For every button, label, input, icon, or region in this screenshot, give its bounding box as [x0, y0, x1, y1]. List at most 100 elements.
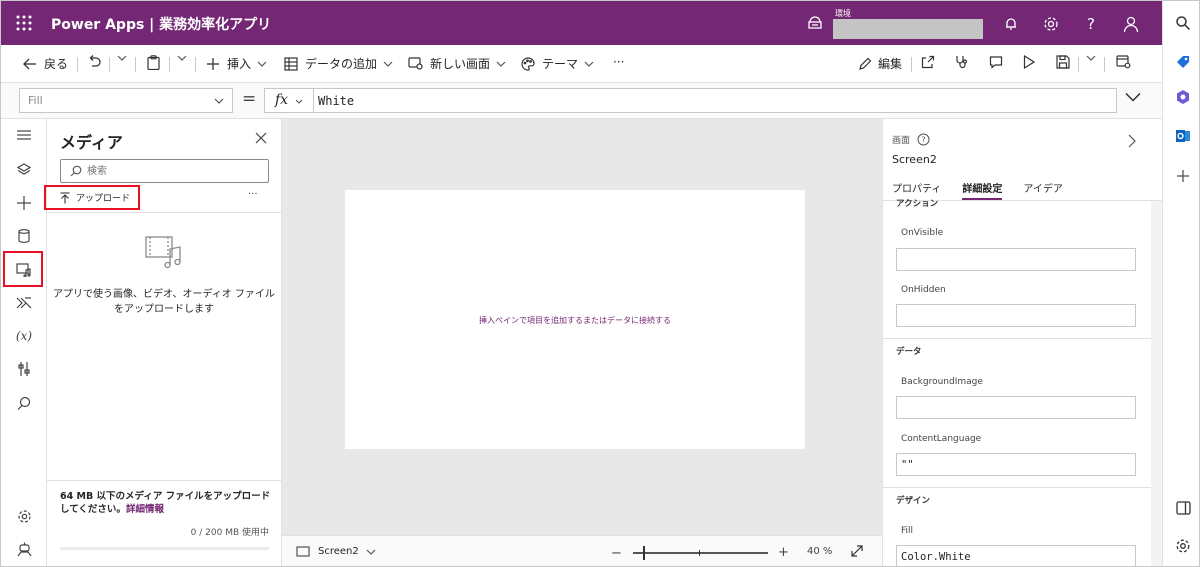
- undo-button[interactable]: [87, 55, 101, 69]
- publish-button[interactable]: [1116, 55, 1131, 69]
- rail-panel-toggle[interactable]: [1173, 498, 1193, 518]
- account-icon[interactable]: [1122, 15, 1140, 33]
- app-checker-button[interactable]: [955, 55, 969, 69]
- nav-variables[interactable]: (𝑥): [13, 325, 35, 347]
- control-name: Screen2: [892, 153, 937, 166]
- app-screen[interactable]: 挿入ペインで項目を追加するまたはデータに接続する: [345, 190, 805, 449]
- media-more-button[interactable]: ···: [248, 189, 258, 200]
- save-dropdown[interactable]: [1086, 55, 1096, 61]
- tab-advanced[interactable]: 詳細設定: [962, 180, 1003, 200]
- toolbar-separator: [109, 57, 110, 72]
- rail-outlook[interactable]: [1173, 126, 1193, 146]
- nav-data[interactable]: [13, 225, 35, 247]
- nav-settings[interactable]: [13, 505, 35, 527]
- chevron-down-icon: [496, 61, 506, 67]
- nav-advanced-tools[interactable]: [13, 358, 35, 380]
- rail-copilot[interactable]: [1173, 87, 1193, 107]
- add-data-button[interactable]: データの追加: [284, 55, 393, 72]
- fit-to-window-icon[interactable]: [850, 544, 864, 558]
- right-rail: [1162, 1, 1199, 566]
- back-button[interactable]: 戻る: [23, 55, 68, 72]
- media-search-input[interactable]: [87, 163, 257, 179]
- nav-menu[interactable]: [13, 124, 35, 146]
- rail-settings[interactable]: [1173, 536, 1193, 556]
- chevron-down-icon: [117, 55, 127, 61]
- fx-icon[interactable]: fx: [275, 92, 288, 108]
- agent-icon: [17, 542, 31, 556]
- share-button[interactable]: [921, 55, 935, 69]
- divider: [47, 212, 281, 213]
- palette-icon: [521, 56, 535, 71]
- environment-icon: [808, 16, 822, 29]
- environment-label: 環境: [835, 9, 851, 18]
- properties-scrollbar[interactable]: [1151, 201, 1162, 566]
- new-screen-button[interactable]: 新しい画面: [408, 55, 506, 72]
- paste-button[interactable]: [147, 55, 160, 70]
- rail-search[interactable]: [1173, 13, 1193, 33]
- canvas-hint[interactable]: 挿入ペインで項目を追加するまたはデータに接続する: [345, 315, 805, 326]
- toolbar-separator: [1104, 57, 1105, 72]
- media-footer-text: 64 MB 以下のメディア ファイルをアップロードしてください。詳細情報: [60, 491, 271, 515]
- undo-dropdown[interactable]: [117, 55, 127, 61]
- zoom-in-button[interactable]: +: [778, 545, 789, 560]
- background-image-input[interactable]: [896, 396, 1136, 419]
- environment-name-box[interactable]: [833, 19, 983, 39]
- formula-input[interactable]: fx White: [264, 88, 1117, 113]
- edit-button[interactable]: 編集: [859, 55, 902, 72]
- chevron-right-icon[interactable]: [1128, 134, 1136, 148]
- nav-search[interactable]: [13, 392, 35, 414]
- chevron-down-icon[interactable]: [295, 99, 303, 104]
- background-image-label: BackgroundImage: [901, 377, 983, 387]
- theme-button[interactable]: テーマ: [521, 55, 594, 72]
- media-pane: メディア アップロード ··· アプリで使う画像、ビデオ、オーディオ ファイル …: [44, 119, 282, 566]
- toolbar-separator: [169, 57, 170, 72]
- nav-virtual-agent[interactable]: [13, 538, 35, 560]
- nav-power-automate[interactable]: [13, 292, 35, 314]
- help-icon[interactable]: ?: [1082, 15, 1100, 33]
- gear-icon[interactable]: [1042, 15, 1060, 33]
- help-circle-icon[interactable]: ?: [917, 133, 930, 146]
- section-divider: [883, 487, 1151, 488]
- screen-icon: [296, 546, 310, 557]
- zoom-percent[interactable]: 40 %: [807, 546, 832, 557]
- more-commands-button[interactable]: ···: [613, 55, 624, 69]
- content-language-label: ContentLanguage: [901, 434, 982, 444]
- nav-insert[interactable]: [13, 192, 35, 214]
- onhidden-input[interactable]: [896, 304, 1136, 327]
- onvisible-input[interactable]: [896, 248, 1136, 271]
- nav-tree-view[interactable]: [13, 159, 35, 181]
- preview-button[interactable]: [1023, 55, 1035, 69]
- formula-value[interactable]: White: [318, 94, 354, 108]
- save-icon: [1056, 55, 1070, 69]
- design-canvas[interactable]: 挿入ペインで項目を追加するまたはデータに接続する: [282, 119, 882, 535]
- content-language-input[interactable]: "": [896, 453, 1136, 476]
- fill-input[interactable]: Color.White: [896, 545, 1136, 566]
- close-icon[interactable]: [255, 132, 267, 144]
- screen-selector[interactable]: Screen2: [296, 546, 376, 557]
- tools-icon: [18, 362, 30, 376]
- media-search[interactable]: [60, 159, 269, 183]
- rail-tag[interactable]: [1173, 52, 1193, 72]
- layers-icon: [17, 163, 31, 175]
- bell-icon[interactable]: [1002, 15, 1020, 33]
- property-dropdown[interactable]: Fill: [19, 88, 233, 113]
- waffle-icon[interactable]: [15, 14, 33, 32]
- learn-more-link[interactable]: 詳細情報: [126, 504, 164, 515]
- zoom-slider[interactable]: [633, 546, 768, 560]
- paste-dropdown[interactable]: [177, 55, 187, 61]
- fill-label: Fill: [901, 526, 914, 536]
- expand-formula-icon[interactable]: [1125, 92, 1141, 102]
- upload-button[interactable]: アップロード: [44, 185, 140, 210]
- status-bar: Screen2 − + 40 %: [282, 535, 882, 566]
- media-pane-title: メディア: [60, 133, 123, 152]
- onvisible-label: OnVisible: [901, 228, 944, 238]
- insert-button[interactable]: 挿入: [207, 55, 267, 72]
- rail-add[interactable]: [1173, 166, 1193, 186]
- zoom-out-button[interactable]: −: [611, 546, 622, 561]
- media-empty-icon: [145, 236, 181, 269]
- section-design-heading: デザイン: [896, 496, 931, 506]
- tab-ideas[interactable]: アイデア: [1023, 180, 1063, 200]
- save-button[interactable]: [1056, 55, 1070, 69]
- comments-button[interactable]: [989, 55, 1003, 69]
- zoom-slider-thumb[interactable]: [643, 546, 645, 560]
